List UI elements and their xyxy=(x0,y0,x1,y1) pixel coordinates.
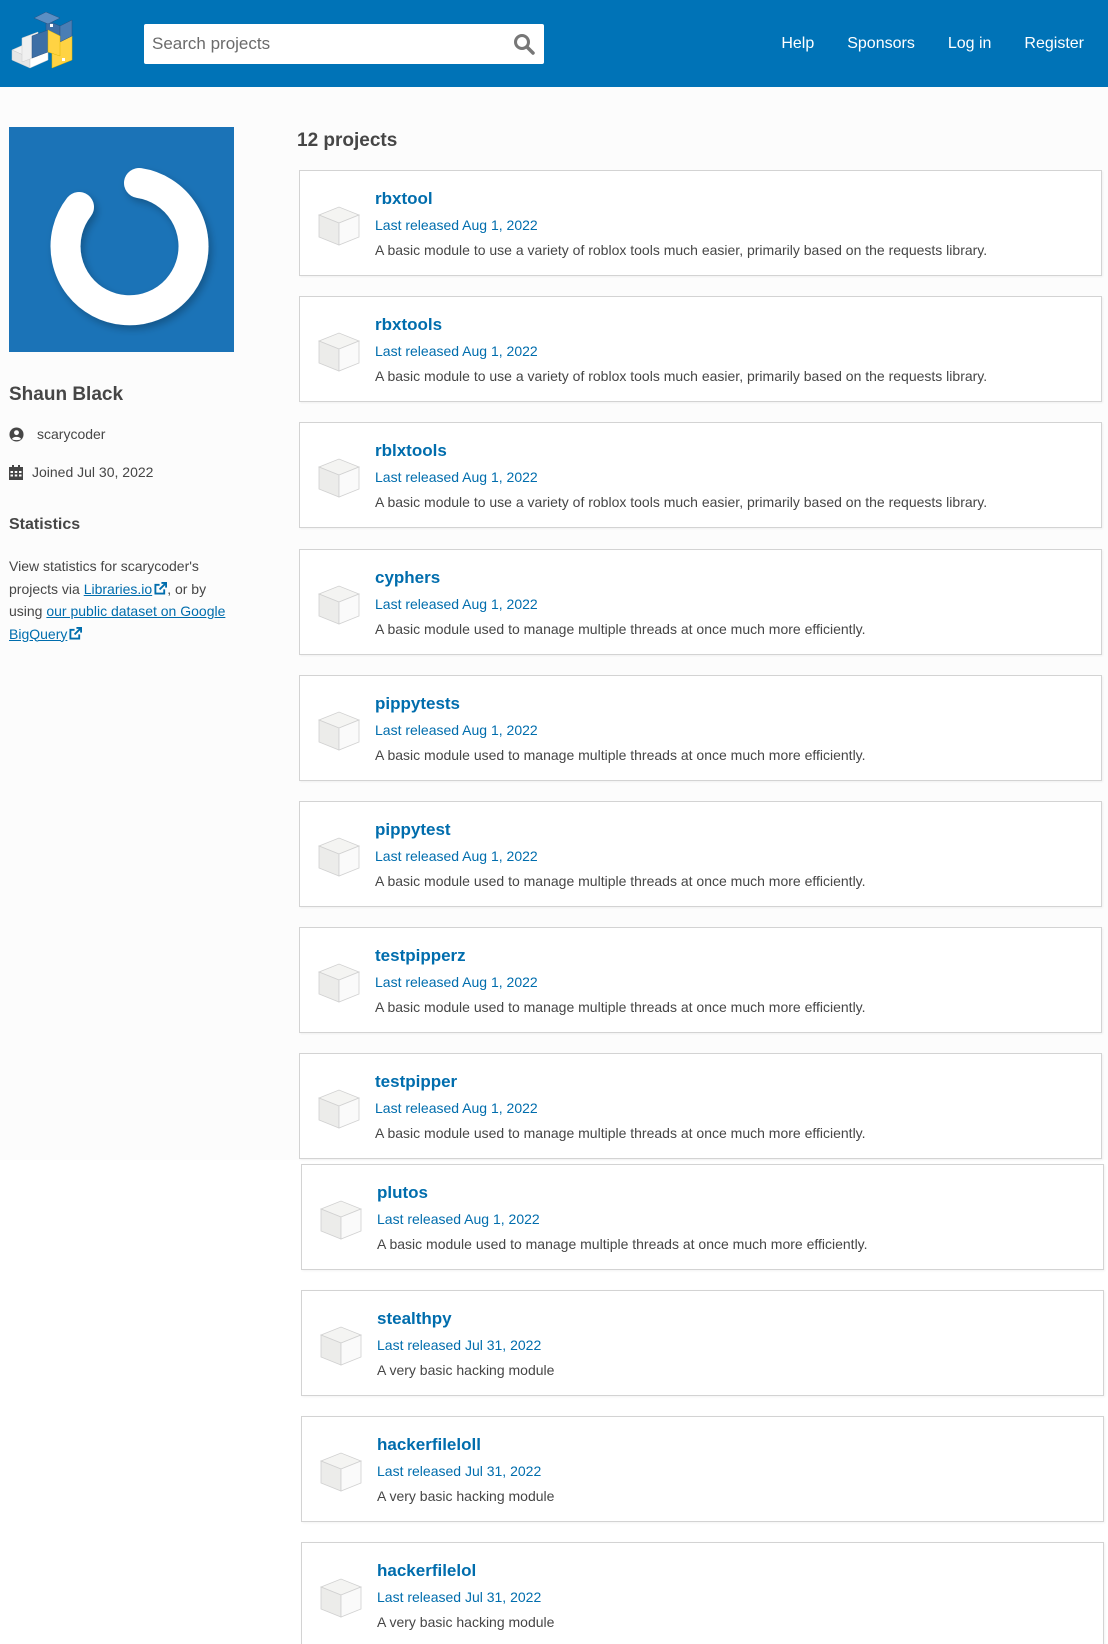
external-link-icon xyxy=(69,626,83,640)
package-cube-icon xyxy=(318,963,360,1003)
project-card-rbxtool[interactable]: rbxtool Last released Aug 1, 2022 A basi… xyxy=(299,170,1102,276)
project-card-plutos[interactable]: plutos Last released Aug 1, 2022 A basic… xyxy=(301,1164,1104,1270)
package-cube-icon xyxy=(318,1089,360,1129)
user-avatar xyxy=(9,127,234,352)
package-cube-icon xyxy=(320,1200,362,1240)
project-description: A basic module to use a variety of roblo… xyxy=(375,368,988,384)
project-last-released: Last released Aug 1, 2022 xyxy=(375,974,538,990)
project-last-released: Last released Jul 31, 2022 xyxy=(377,1337,542,1353)
package-cube-icon xyxy=(318,711,360,751)
project-card-stealthpy[interactable]: stealthpy Last released Jul 31, 2022 A v… xyxy=(301,1290,1104,1396)
project-name: pippytest xyxy=(375,820,451,839)
project-description: A very basic hacking module xyxy=(377,1614,555,1630)
project-name: hackerfileloll xyxy=(377,1435,481,1454)
nav-register-link[interactable]: Register xyxy=(1024,30,1084,58)
search-icon[interactable] xyxy=(512,32,536,56)
joined-date: Joined Jul 30, 2022 xyxy=(32,464,154,480)
user-full-name: Shaun Black xyxy=(9,384,124,405)
nav-login-link[interactable]: Log in xyxy=(948,30,992,58)
project-card-hackerfilelol[interactable]: hackerfilelol Last released Jul 31, 2022… xyxy=(301,1542,1104,1644)
project-name: cyphers xyxy=(375,568,441,587)
libraries-io-link-text: Libraries.io xyxy=(83,580,153,597)
project-last-released: Last released Aug 1, 2022 xyxy=(377,1211,540,1227)
project-last-released: Last released Aug 1, 2022 xyxy=(375,848,538,864)
statistics-heading: Statistics xyxy=(9,516,81,533)
project-name: testpipper xyxy=(375,1072,458,1091)
package-cube-icon xyxy=(320,1452,362,1492)
package-cube-icon xyxy=(318,837,360,877)
statistics-text: View statistics for scarycoder's project… xyxy=(9,555,239,645)
nav-help-link[interactable]: Help xyxy=(781,30,814,58)
joined-row: Joined Jul 30, 2022 xyxy=(9,464,153,480)
project-description: A very basic hacking module xyxy=(377,1488,555,1504)
project-description: A basic module to use a variety of roblo… xyxy=(375,494,988,510)
libraries-io-link[interactable]: Libraries.io xyxy=(83,580,168,597)
search-box xyxy=(144,24,544,64)
project-last-released: Last released Jul 31, 2022 xyxy=(377,1589,542,1605)
avatar-power-icon xyxy=(50,168,209,326)
search-input[interactable] xyxy=(152,24,492,64)
project-last-released: Last released Aug 1, 2022 xyxy=(375,722,538,738)
project-last-released: Last released Aug 1, 2022 xyxy=(375,1100,538,1116)
project-description: A basic module used to manage multiple t… xyxy=(375,999,866,1015)
project-name: rbxtool xyxy=(375,189,433,208)
project-name: stealthpy xyxy=(377,1309,452,1328)
project-card-pippytest[interactable]: pippytest Last released Aug 1, 2022 A ba… xyxy=(299,801,1102,907)
project-name: pippytests xyxy=(375,694,461,713)
username-text: scarycoder xyxy=(37,426,106,442)
package-cube-icon xyxy=(318,458,360,498)
project-card-rbxtools[interactable]: rbxtools Last released Aug 1, 2022 A bas… xyxy=(299,296,1102,402)
package-cube-icon xyxy=(318,206,360,246)
project-description: A basic module used to manage multiple t… xyxy=(375,747,866,763)
project-description: A basic module used to manage multiple t… xyxy=(377,1236,868,1252)
project-last-released: Last released Aug 1, 2022 xyxy=(375,343,538,359)
project-card-rblxtools[interactable]: rblxtools Last released Aug 1, 2022 A ba… xyxy=(299,422,1102,528)
package-cube-icon xyxy=(320,1578,362,1618)
project-name: plutos xyxy=(377,1183,428,1202)
pypi-logo-icon[interactable] xyxy=(8,12,76,72)
projects-count-heading: 12 projects xyxy=(297,130,398,151)
project-card-testpipperz[interactable]: testpipperz Last released Aug 1, 2022 A … xyxy=(299,927,1102,1033)
project-description: A basic module used to manage multiple t… xyxy=(375,1125,866,1141)
project-last-released: Last released Aug 1, 2022 xyxy=(375,596,538,612)
project-card-cyphers[interactable]: cyphers Last released Aug 1, 2022 A basi… xyxy=(299,549,1102,655)
project-card-testpipper[interactable]: testpipper Last released Aug 1, 2022 A b… xyxy=(299,1053,1102,1159)
nav-sponsors-link[interactable]: Sponsors xyxy=(847,30,915,58)
project-card-hackerfileloll[interactable]: hackerfileloll Last released Jul 31, 202… xyxy=(301,1416,1104,1522)
project-last-released: Last released Aug 1, 2022 xyxy=(375,217,538,233)
project-description: A basic module to use a variety of roblo… xyxy=(375,242,988,258)
package-cube-icon xyxy=(318,332,360,372)
project-description: A very basic hacking module xyxy=(377,1362,555,1378)
project-name: hackerfilelol xyxy=(377,1561,477,1580)
project-last-released: Last released Jul 31, 2022 xyxy=(377,1463,542,1479)
project-description: A basic module used to manage multiple t… xyxy=(375,873,866,889)
user-circle-icon xyxy=(9,426,24,442)
site-header: Help Sponsors Log in Register xyxy=(0,0,1108,87)
package-cube-icon xyxy=(320,1326,362,1366)
project-name: rblxtools xyxy=(375,441,447,460)
project-description: A basic module used to manage multiple t… xyxy=(375,621,866,637)
external-link-icon xyxy=(154,581,168,595)
username-row: scarycoder xyxy=(9,426,105,442)
project-card-pippytests[interactable]: pippytests Last released Aug 1, 2022 A b… xyxy=(299,675,1102,781)
project-last-released: Last released Aug 1, 2022 xyxy=(375,469,538,485)
project-name: testpipperz xyxy=(375,946,466,965)
main-nav: Help Sponsors Log in Register xyxy=(781,30,1108,58)
calendar-icon xyxy=(9,464,23,480)
package-cube-icon xyxy=(318,585,360,625)
project-name: rbxtools xyxy=(375,315,443,334)
